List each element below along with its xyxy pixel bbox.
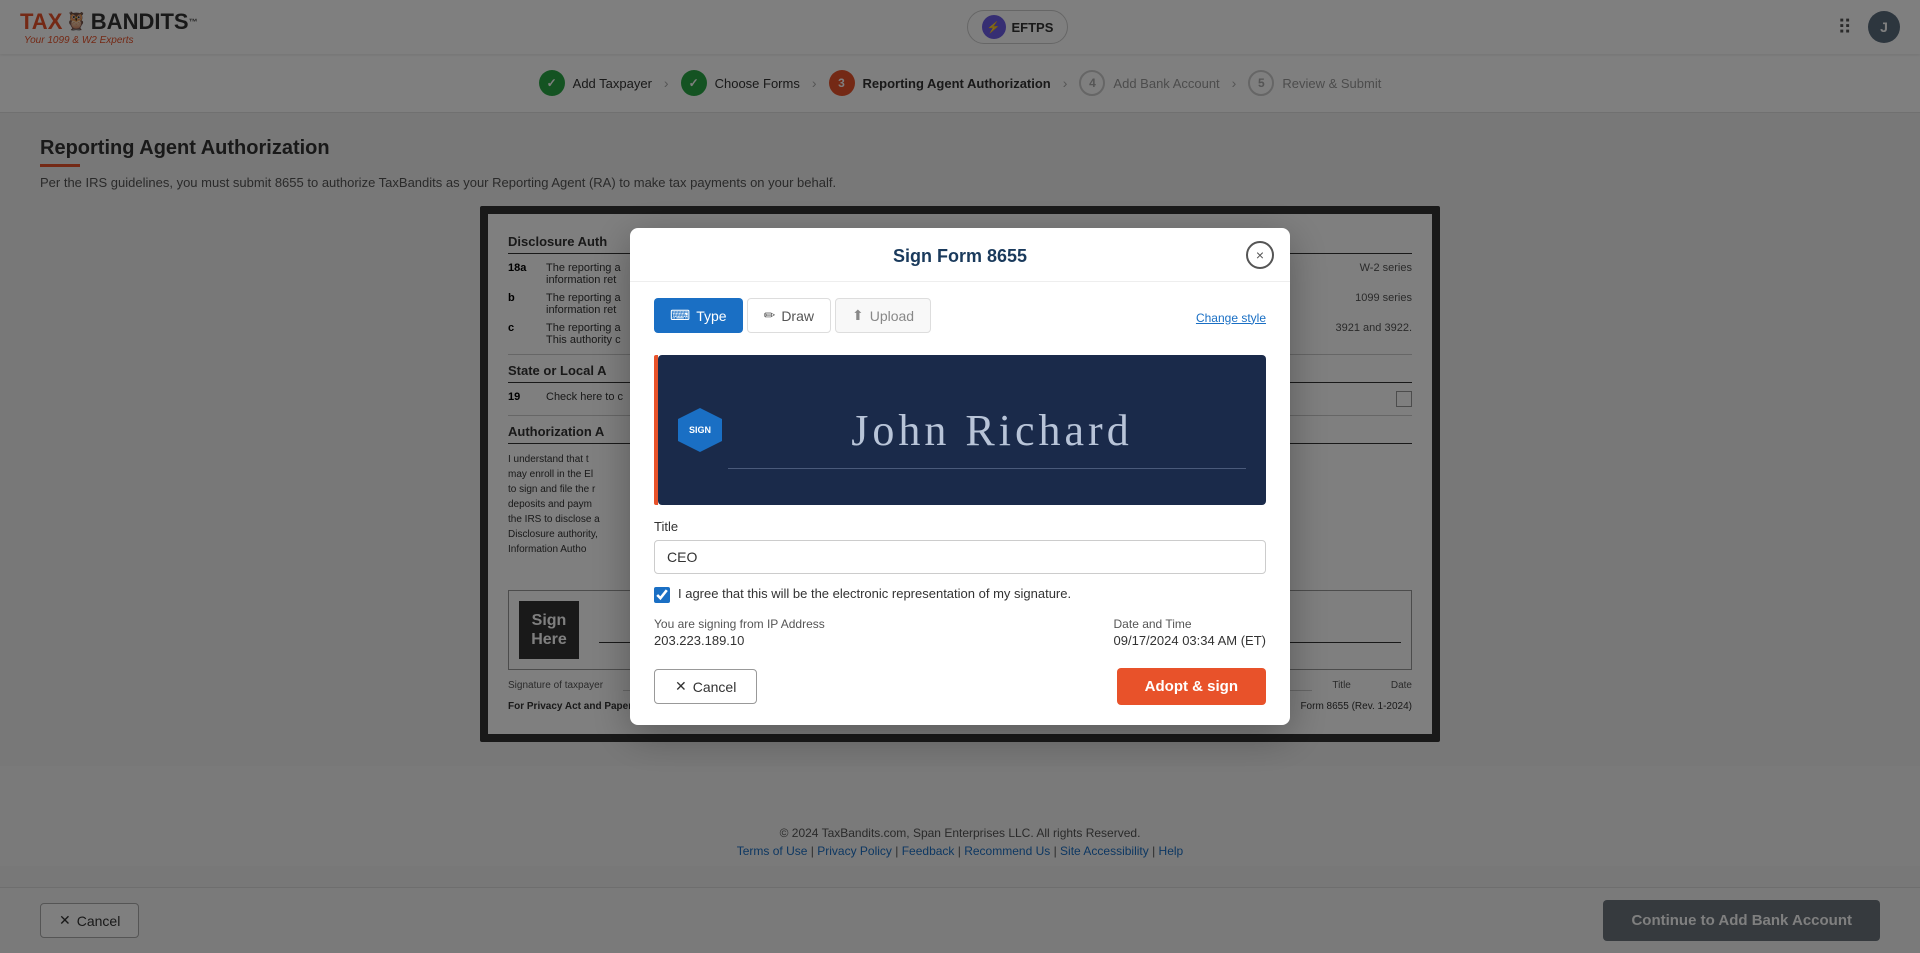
upload-icon: ⬆ <box>852 307 864 324</box>
change-style-anchor[interactable]: Change style <box>1196 311 1266 325</box>
modal-header: Sign Form 8655 × <box>630 228 1290 282</box>
date-col: Date and Time 09/17/2024 03:34 AM (ET) <box>1114 617 1266 648</box>
title-input[interactable] <box>654 540 1266 574</box>
sign-badge-text: SIGN <box>689 425 711 435</box>
modal-close-button[interactable]: × <box>1246 241 1274 269</box>
change-style-link[interactable]: Change style <box>1196 311 1266 325</box>
pen-icon: ✏ <box>764 307 776 324</box>
modal-footer: ✕ Cancel Adopt & sign <box>654 664 1266 705</box>
keyboard-icon: ⌨ <box>670 307 690 324</box>
tab-type-label: Type <box>696 308 726 324</box>
ip-value: 203.223.189.10 <box>654 633 825 648</box>
tab-draw[interactable]: ✏ Draw <box>747 298 831 333</box>
tab-upload-label: Upload <box>870 308 914 324</box>
adopt-sign-button[interactable]: Adopt & sign <box>1117 668 1266 705</box>
signature-text: John Richard <box>851 405 1132 456</box>
tab-type[interactable]: ⌨ Type <box>654 298 743 333</box>
date-label: Date and Time <box>1114 617 1266 631</box>
sig-underline <box>728 468 1246 469</box>
agree-row: I agree that this will be the electronic… <box>654 586 1266 603</box>
tab-draw-label: Draw <box>781 308 814 324</box>
cancel-x-icon: ✕ <box>675 678 687 695</box>
shield-icon: SIGN <box>678 408 722 452</box>
agree-checkbox[interactable] <box>654 587 670 603</box>
modal-body: ⌨ Type ✏ Draw ⬆ Upload Cha <box>630 282 1290 725</box>
sig-preview-row: SIGN John Richard <box>654 355 1266 505</box>
tabs-row: ⌨ Type ✏ Draw ⬆ Upload Cha <box>654 298 1266 345</box>
sign-form-modal: Sign Form 8655 × ⌨ Type ✏ Draw <box>630 228 1290 725</box>
signature-preview: SIGN John Richard <box>658 355 1266 505</box>
info-row: You are signing from IP Address 203.223.… <box>654 617 1266 648</box>
ip-col: You are signing from IP Address 203.223.… <box>654 617 825 648</box>
modal-title: Sign Form 8655 <box>893 246 1027 267</box>
sign-tabs: ⌨ Type ✏ Draw ⬆ Upload <box>654 298 931 333</box>
agree-text: I agree that this will be the electronic… <box>678 586 1071 601</box>
title-field-label: Title <box>654 519 1266 534</box>
ip-label: You are signing from IP Address <box>654 617 825 631</box>
cancel-label: Cancel <box>693 679 737 695</box>
cancel-button[interactable]: ✕ Cancel <box>654 669 757 704</box>
sig-badge: SIGN <box>678 405 722 455</box>
modal-overlay: Sign Form 8655 × ⌨ Type ✏ Draw <box>0 0 1920 953</box>
tab-upload[interactable]: ⬆ Upload <box>835 298 931 333</box>
date-value: 09/17/2024 03:34 AM (ET) <box>1114 633 1266 648</box>
